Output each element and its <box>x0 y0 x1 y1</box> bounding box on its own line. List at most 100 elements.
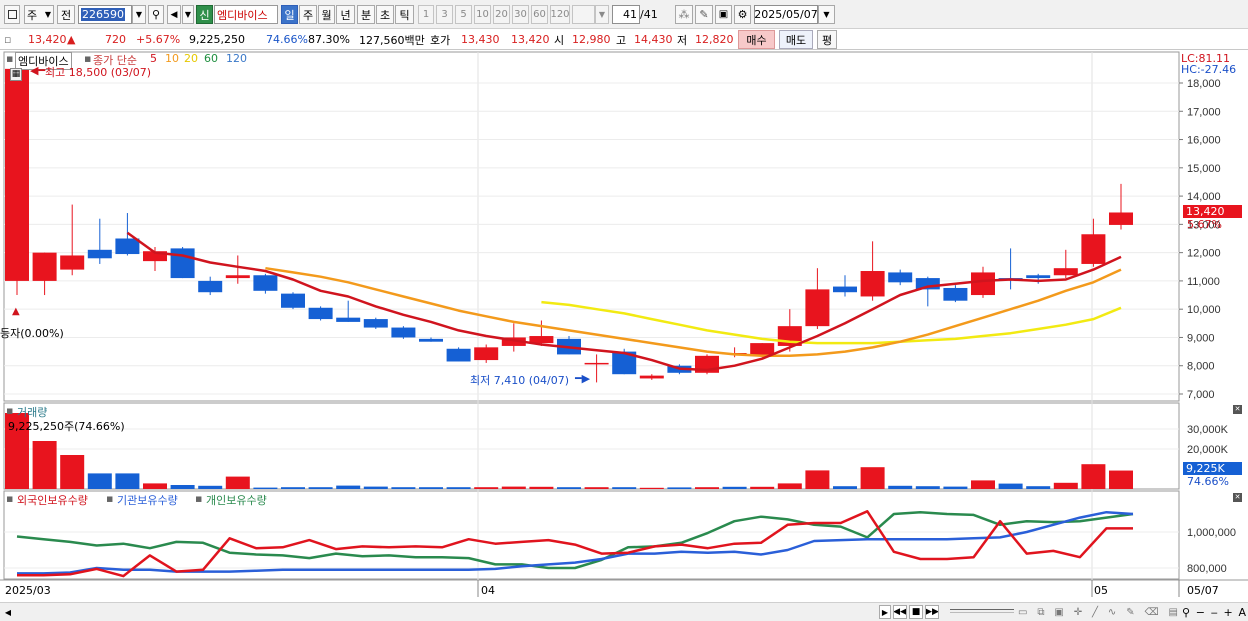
period-button-6[interactable]: 틱 <box>395 5 414 24</box>
volume-bar <box>1109 470 1133 489</box>
search-button[interactable]: ⚲ <box>148 5 164 24</box>
legend-ma5: 5 <box>150 52 157 65</box>
rect-tool-icon: ▭ <box>1018 606 1028 618</box>
interval-button-1[interactable]: 1 <box>418 5 434 24</box>
search-icon: ⚲ <box>151 8 161 21</box>
link-button[interactable]: ⁂ <box>675 5 693 24</box>
zoom-slider[interactable] <box>950 609 1014 613</box>
period-button-0[interactable]: 일 <box>281 5 298 24</box>
high-price: 14,430 <box>634 33 673 46</box>
interval-button-120[interactable]: 120 <box>550 5 570 24</box>
price-change: 720 <box>105 33 126 46</box>
price-tick-label: 7,000 <box>1187 389 1215 401</box>
interval-button-3[interactable]: 3 <box>436 5 453 24</box>
code-dropdown-button[interactable]: ▼ <box>132 5 146 24</box>
volume-close-icon[interactable]: ✕ <box>1233 405 1242 414</box>
x-label-march: 2025/03 <box>5 584 51 597</box>
period-button-5[interactable]: 초 <box>376 5 394 24</box>
stop-icon[interactable]: ■ <box>909 605 923 619</box>
ma20-line <box>541 300 1122 345</box>
volume-tick-label: 20,000K <box>1187 444 1229 456</box>
volume-bar <box>888 485 913 489</box>
low-annotation: 최저 7,410 (04/07) <box>470 374 570 387</box>
eval-button[interactable]: 평 <box>817 30 837 49</box>
holding-close-icon[interactable]: ✕ <box>1233 493 1242 502</box>
interval-button-5[interactable]: 5 <box>455 5 472 24</box>
candle-body <box>32 252 57 281</box>
volume-bar <box>777 483 802 489</box>
candle-body <box>60 255 85 270</box>
main-toolbar: 주 ▼ 전 226590 ▼ ⚲ ◀ ▼ 신 엠디바이스 일주월년분초틱 1351… <box>0 0 1248 29</box>
market-select[interactable]: 주 ▼ <box>24 5 54 24</box>
period-button-3[interactable]: 년 <box>336 5 355 24</box>
candle-body <box>971 272 995 296</box>
volume-current-pct: 74.66% <box>1187 475 1229 488</box>
candle-body <box>446 348 471 362</box>
candle-body <box>225 275 250 279</box>
settings-button[interactable]: ⚙ <box>734 5 751 24</box>
pen-icon: ✎ <box>699 8 709 21</box>
prev-button[interactable]: 전 <box>57 5 75 24</box>
date-input[interactable]: 2025/05/07 <box>754 5 818 24</box>
x-label-current: 05/07 <box>1187 584 1219 597</box>
volume-bar <box>281 487 305 489</box>
zoom-controls[interactable]: ⚲ − ‒ + A <box>1182 605 1246 619</box>
eraser-tool-icon: ⌫ <box>1144 606 1159 618</box>
up-arrow-icon: ▲ <box>67 33 76 46</box>
ask-label: 호가 <box>430 33 451 47</box>
stock-name-field[interactable]: 엠디바이스 <box>214 5 278 24</box>
volume-bar <box>1026 486 1051 489</box>
candle-body <box>1109 212 1133 225</box>
volume-tick-label: 30,000K <box>1187 424 1229 436</box>
scroll-right-icon[interactable]: ▶ <box>879 605 891 619</box>
volume-menu-icon[interactable]: ▪ <box>6 404 13 417</box>
drawing-tools[interactable]: ▭ ⧉ ▣ ✛ ╱ ∿ ✎ ⌫ ▤ <box>1018 605 1178 619</box>
speaker-button[interactable]: ◀ <box>167 5 181 24</box>
period-button-1[interactable]: 주 <box>299 5 317 24</box>
turnover-rate: 87.30% <box>308 33 350 46</box>
scroll-left-icon[interactable]: ◀ <box>3 605 13 619</box>
save-button[interactable]: ▣ <box>715 5 732 24</box>
dash-icon: ‒ <box>1210 605 1218 619</box>
speaker-dropdown-button[interactable]: ▼ <box>182 5 194 24</box>
holding-lines <box>16 510 1134 578</box>
interval-button-60[interactable]: 60 <box>531 5 548 24</box>
interval-custom-field[interactable] <box>572 5 595 24</box>
calendar-icon[interactable]: ▦ <box>10 68 22 81</box>
period-button-4[interactable]: 분 <box>357 5 375 24</box>
holding-menu-icon[interactable]: ▪ <box>6 492 13 505</box>
draw-button[interactable]: ✎ <box>695 5 713 24</box>
date-dropdown-button[interactable]: ▼ <box>818 5 835 24</box>
period-button-2[interactable]: 월 <box>318 5 335 24</box>
interval-button-10[interactable]: 10 <box>474 5 491 24</box>
volume-bar <box>695 487 719 489</box>
foreign-holding-line <box>17 510 1133 578</box>
volume-bar <box>87 473 112 489</box>
chart-area[interactable]: 7,0008,0009,00010,00011,00012,00013,0001… <box>0 51 1248 603</box>
fast-forward-icon[interactable]: ▶▶ <box>925 605 939 619</box>
window-menu-button[interactable] <box>4 5 20 24</box>
volume-bar <box>32 441 57 489</box>
count-input[interactable]: 41 <box>612 5 640 24</box>
volume-bar <box>584 487 609 489</box>
interval-button-20[interactable]: 20 <box>493 5 510 24</box>
legend-ma60: 60 <box>204 52 218 65</box>
rewind-icon[interactable]: ◀◀ <box>893 605 907 619</box>
quote-menu-icon[interactable]: ▫ <box>4 31 11 48</box>
sell-button[interactable]: 매도 <box>779 30 813 49</box>
volume-bar <box>225 476 250 489</box>
panel-menu-icon[interactable]: ▪ <box>6 52 13 65</box>
volume-bar <box>639 487 664 489</box>
stock-code-input[interactable]: 226590 <box>78 5 132 24</box>
trade-amount: 127,560백만 <box>359 33 425 47</box>
interval-dropdown-button[interactable]: ▼ <box>595 5 609 24</box>
price-tick-label: 12,000 <box>1187 248 1221 260</box>
window-tool-icon: ▣ <box>1054 606 1064 618</box>
legend-foreign: 외국인보유수량 <box>17 494 88 507</box>
chevron-down-icon: ▼ <box>44 10 51 19</box>
buy-button[interactable]: 매수 <box>738 30 775 49</box>
interval-button-30[interactable]: 30 <box>512 5 529 24</box>
candle-body <box>833 286 857 293</box>
signal-button[interactable]: 신 <box>196 5 213 24</box>
volume-bar <box>1053 482 1078 489</box>
